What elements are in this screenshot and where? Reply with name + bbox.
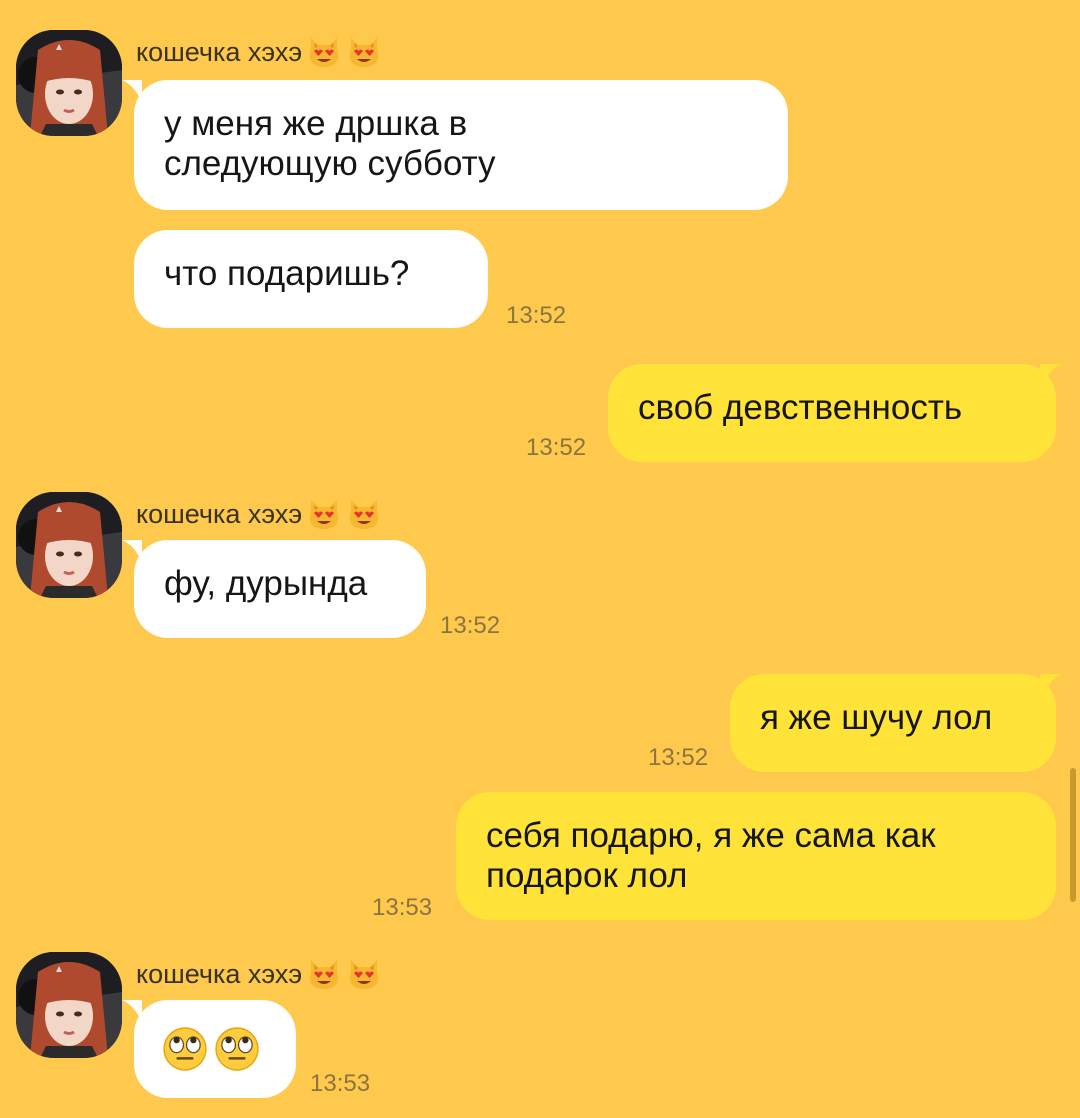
message-time: 13:52 bbox=[648, 744, 709, 771]
message-text: я же шучу лол bbox=[760, 698, 993, 737]
message-text: фу, дурында bbox=[164, 564, 368, 603]
message-text-line: себя подарю, я же сама как bbox=[486, 816, 936, 855]
message-bubble[interactable] bbox=[134, 1000, 296, 1098]
heart-eyes-cat-icon bbox=[346, 34, 382, 70]
message-bubble[interactable]: своб девственность bbox=[608, 364, 1056, 462]
message-time: 13:52 bbox=[526, 434, 587, 461]
sender-name-text: кошечка хэхэ bbox=[136, 958, 303, 989]
heart-eyes-cat-icon bbox=[346, 496, 382, 532]
message-text-line: подарок лол bbox=[486, 856, 688, 895]
sender-name: кошечка хэхэ bbox=[136, 34, 382, 70]
heart-eyes-cat-icon bbox=[306, 496, 342, 532]
heart-eyes-cat-icon bbox=[346, 956, 382, 992]
heart-eyes-cat-icon bbox=[306, 34, 342, 70]
message-time: 13:53 bbox=[372, 894, 433, 921]
sender-name-text: кошечка хэхэ bbox=[136, 36, 303, 67]
message-text: что подаришь? bbox=[164, 254, 410, 293]
emoji-message bbox=[162, 1026, 268, 1072]
avatar-image bbox=[16, 492, 122, 598]
message-bubble[interactable]: у меня же дршка в следующую субботу bbox=[134, 80, 788, 210]
bubble-tail bbox=[1040, 364, 1062, 388]
avatar-image bbox=[16, 952, 122, 1058]
message-bubble[interactable]: себя подарю, я же сама как подарок лол bbox=[456, 792, 1056, 920]
sender-name: кошечка хэхэ bbox=[136, 956, 382, 992]
message-bubble[interactable]: я же шучу лол bbox=[730, 674, 1056, 772]
bubble-tail bbox=[1040, 674, 1062, 698]
message-time: 13:53 bbox=[310, 1070, 371, 1097]
rolling-eyes-icon bbox=[214, 1026, 260, 1072]
rolling-eyes-icon bbox=[162, 1026, 208, 1072]
message-text: своб девственность bbox=[638, 388, 963, 427]
message-text-line: у меня же дршка в bbox=[164, 104, 468, 143]
message-text-line: следующую субботу bbox=[164, 144, 496, 183]
heart-eyes-cat-icon bbox=[306, 956, 342, 992]
message-time: 13:52 bbox=[506, 302, 567, 329]
message-bubble[interactable]: фу, дурында bbox=[134, 540, 426, 638]
avatar-image bbox=[16, 30, 122, 136]
message-time: 13:52 bbox=[440, 612, 501, 639]
avatar[interactable] bbox=[16, 952, 122, 1058]
avatar[interactable] bbox=[16, 30, 122, 136]
sender-name: кошечка хэхэ bbox=[136, 496, 382, 532]
message-bubble[interactable]: что подаришь? bbox=[134, 230, 488, 328]
sender-name-text: кошечка хэхэ bbox=[136, 498, 303, 529]
scrollbar[interactable] bbox=[1070, 768, 1076, 902]
avatar[interactable] bbox=[16, 492, 122, 598]
